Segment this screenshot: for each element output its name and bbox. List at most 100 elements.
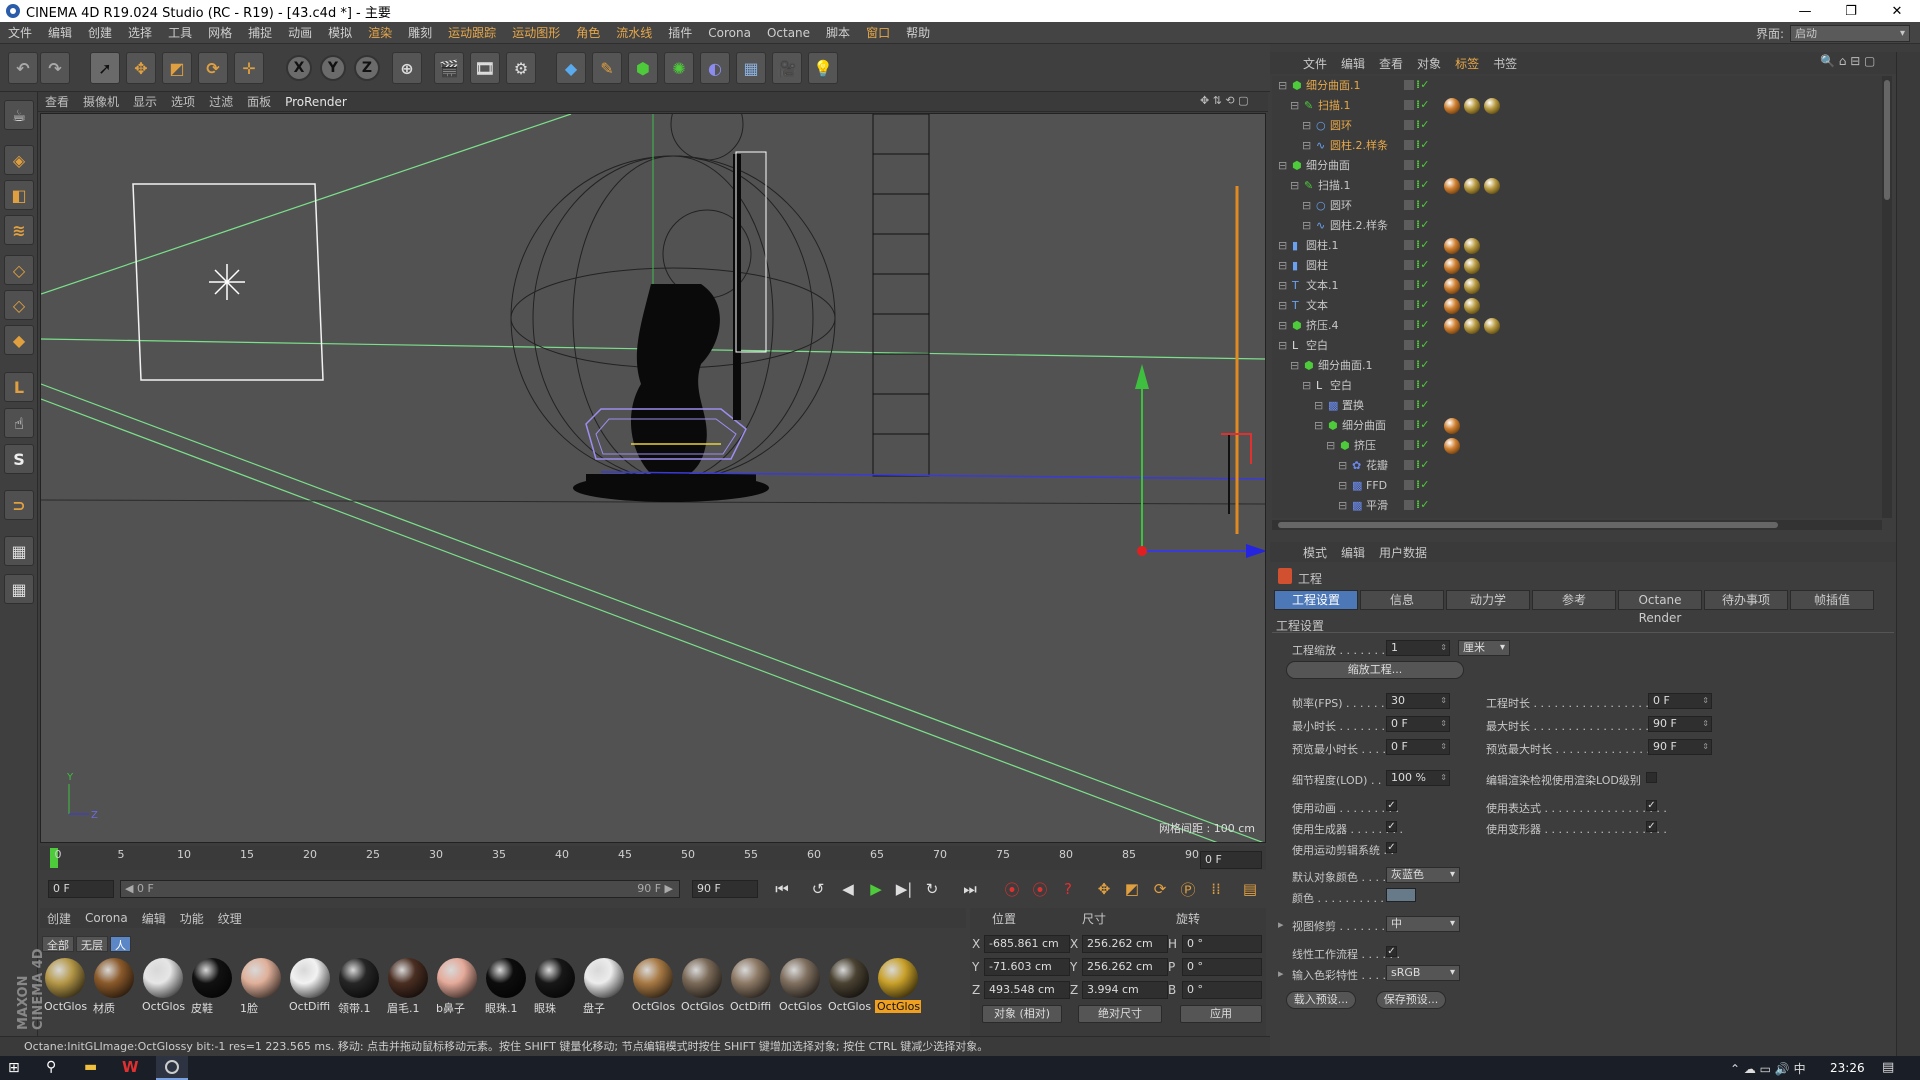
render-to-picture-viewer-icon[interactable]: 🎞 bbox=[470, 52, 500, 84]
object-name[interactable]: 扫描.1 bbox=[1318, 176, 1351, 196]
tab-reference[interactable]: 参考 bbox=[1532, 590, 1616, 610]
object-name[interactable]: 挤压.4 bbox=[1306, 316, 1339, 336]
render-lod-checkbox[interactable] bbox=[1646, 772, 1657, 783]
rotate-tool-icon[interactable]: ⟳ bbox=[198, 52, 228, 84]
system-tray-icons[interactable]: ⌃ ☁ ▭ 🔊 中 bbox=[1730, 1060, 1806, 1077]
material-swatch[interactable]: 材质 bbox=[91, 956, 137, 1018]
tab-project-settings[interactable]: 工程设置 bbox=[1274, 590, 1358, 610]
tab-octane-render[interactable]: Octane Render bbox=[1618, 590, 1702, 625]
render-view-icon[interactable]: 🎬 bbox=[434, 52, 464, 84]
scale-tool-icon[interactable]: ◩ bbox=[162, 52, 192, 84]
default-color-dropdown[interactable]: 灰蓝色 bbox=[1386, 867, 1460, 883]
material-swatch[interactable]: OctDiffi bbox=[728, 956, 774, 1018]
object-visibility-toggles[interactable]: ⁞✓ bbox=[1404, 499, 1434, 512]
project-scale-unit-dropdown[interactable]: 厘米 bbox=[1458, 640, 1510, 656]
light-icon[interactable]: 💡 bbox=[808, 52, 838, 84]
menu-animate[interactable]: 动画 bbox=[280, 24, 320, 41]
project-scale-field[interactable]: 1 bbox=[1386, 640, 1450, 656]
object-visibility-toggles[interactable]: ⁞✓ bbox=[1404, 99, 1434, 112]
material-tag-icon[interactable] bbox=[1464, 178, 1480, 194]
material-tag-icon[interactable] bbox=[1484, 98, 1500, 114]
menu-plugins[interactable]: 插件 bbox=[660, 24, 700, 41]
object-name[interactable]: 圆柱.2.样条 bbox=[1330, 136, 1388, 156]
object-name[interactable]: 细分曲面 bbox=[1306, 156, 1350, 176]
material-tab-person[interactable]: 人 bbox=[110, 936, 131, 952]
record-keys-icon[interactable]: ⦿ bbox=[1000, 877, 1024, 901]
project-time-field[interactable]: 0 F bbox=[1648, 693, 1712, 709]
menu-tools[interactable]: 工具 bbox=[160, 24, 200, 41]
object-menu-edit[interactable]: 编辑 bbox=[1334, 55, 1372, 72]
object-row[interactable]: ⊟ L 空白 ⁞✓ bbox=[1272, 376, 1882, 396]
expand-toggle-icon[interactable]: ⊟ bbox=[1326, 436, 1335, 456]
viewport-menu-panel[interactable]: 面板 bbox=[240, 93, 278, 110]
material-tag-icon[interactable] bbox=[1444, 438, 1460, 454]
object-visibility-toggles[interactable]: ⁞✓ bbox=[1404, 319, 1434, 332]
material-tag-icon[interactable] bbox=[1484, 318, 1500, 334]
material-tag-icon[interactable] bbox=[1464, 258, 1480, 274]
object-visibility-toggles[interactable]: ⁞✓ bbox=[1404, 419, 1434, 432]
x-axis-lock-button[interactable]: X bbox=[286, 55, 312, 81]
menu-simulate[interactable]: 模拟 bbox=[320, 24, 360, 41]
view-clip-dropdown[interactable]: 中 bbox=[1386, 916, 1460, 932]
polygons-mode-icon[interactable]: ◆ bbox=[4, 325, 34, 355]
material-swatch[interactable]: OctGlos bbox=[826, 956, 872, 1018]
material-menu-corona[interactable]: Corona bbox=[78, 911, 135, 925]
object-name[interactable]: 细分曲面.1 bbox=[1318, 356, 1373, 376]
expand-toggle-icon[interactable]: ⊟ bbox=[1278, 256, 1287, 276]
coords-position-field[interactable]: 493.548 cm bbox=[984, 981, 1070, 999]
object-row[interactable]: ⊟ ⬢ 细分曲面 ⁞✓ bbox=[1272, 156, 1882, 176]
menu-motion-tracking[interactable]: 运动跟踪 bbox=[440, 24, 504, 41]
menu-help[interactable]: 帮助 bbox=[898, 24, 938, 41]
material-tag-icon[interactable] bbox=[1444, 238, 1460, 254]
object-menu-file[interactable]: 文件 bbox=[1296, 55, 1334, 72]
object-row[interactable]: ⊟ ⬢ 细分曲面 ⁞✓ bbox=[1272, 416, 1882, 436]
menu-mograph[interactable]: 运动图形 bbox=[504, 24, 568, 41]
object-visibility-toggles[interactable]: ⁞✓ bbox=[1404, 219, 1434, 232]
expand-toggle-icon[interactable]: ⊟ bbox=[1338, 476, 1347, 496]
render-settings-icon[interactable]: ⚙ bbox=[506, 52, 536, 84]
object-name[interactable]: 花瓣 bbox=[1366, 456, 1388, 476]
object-manager-nav-icons[interactable]: 🔍 ⌂ ⊟ ▢ bbox=[1820, 54, 1875, 68]
expand-toggle-icon[interactable]: ⊟ bbox=[1302, 136, 1311, 156]
preview-max-field[interactable]: 90 F bbox=[1648, 739, 1712, 755]
object-name[interactable]: 细分曲面.1 bbox=[1306, 76, 1361, 96]
material-swatch[interactable]: 眉毛.1 bbox=[385, 956, 431, 1018]
material-tag-icon[interactable] bbox=[1444, 178, 1460, 194]
start-frame-field[interactable]: 0 F bbox=[48, 880, 114, 898]
key-position-icon[interactable]: ✥ bbox=[1092, 877, 1116, 901]
maximize-button[interactable]: ❐ bbox=[1828, 0, 1874, 22]
points-mode-icon[interactable]: ◇ bbox=[4, 255, 34, 285]
expand-toggle-icon[interactable]: ⊟ bbox=[1302, 196, 1311, 216]
object-row[interactable]: ⊟ ✿ 花瓣 ⁞✓ bbox=[1272, 456, 1882, 476]
material-menu-edit[interactable]: 编辑 bbox=[135, 910, 173, 927]
select-tool-icon[interactable]: ➚ bbox=[90, 52, 120, 84]
save-preset-button[interactable]: 保存预设... bbox=[1376, 991, 1446, 1009]
object-row[interactable]: ⊟ T 文本 ⁞✓ bbox=[1272, 296, 1882, 316]
undo-icon[interactable]: ↶ bbox=[8, 52, 38, 84]
use-animation-checkbox[interactable]: ✓ bbox=[1386, 800, 1397, 811]
object-visibility-toggles[interactable]: ⁞✓ bbox=[1404, 279, 1434, 292]
object-visibility-toggles[interactable]: ⁞✓ bbox=[1404, 379, 1434, 392]
go-to-start-icon[interactable]: ⏮ bbox=[770, 877, 794, 901]
use-expressions-checkbox[interactable]: ✓ bbox=[1646, 800, 1657, 811]
material-swatch[interactable]: 眼珠.1 bbox=[483, 956, 529, 1018]
expand-toggle-icon[interactable]: ⊟ bbox=[1314, 416, 1323, 436]
object-row[interactable]: ⊟ ○ 圆环 ⁞✓ bbox=[1272, 116, 1882, 136]
material-tab-no-layer[interactable]: 无层 bbox=[76, 936, 108, 952]
key-rotation-icon[interactable]: ⟳ bbox=[1148, 877, 1172, 901]
fps-field[interactable]: 30 bbox=[1386, 693, 1450, 709]
object-name[interactable]: 扫描.1 bbox=[1318, 96, 1351, 116]
lod-field[interactable]: 100 % bbox=[1386, 770, 1450, 786]
object-row[interactable]: ⊟ ▩ 平滑 ⁞✓ bbox=[1272, 496, 1882, 516]
material-swatch[interactable]: OctGlos bbox=[875, 956, 921, 1018]
object-row[interactable]: ⊟ ▮ 圆柱 ⁞✓ bbox=[1272, 256, 1882, 276]
material-swatch[interactable]: OctGlos bbox=[140, 956, 186, 1018]
object-visibility-toggles[interactable]: ⁞✓ bbox=[1404, 399, 1434, 412]
material-tag-icon[interactable] bbox=[1444, 258, 1460, 274]
snap-icon[interactable]: S bbox=[4, 444, 34, 474]
use-motion-system-checkbox[interactable]: ✓ bbox=[1386, 842, 1397, 853]
object-name[interactable]: 置换 bbox=[1342, 396, 1364, 416]
axis-mode-icon[interactable]: L bbox=[4, 372, 34, 402]
tab-dynamics[interactable]: 动力学 bbox=[1446, 590, 1530, 610]
coords-size-mode-dropdown[interactable]: 绝对尺寸 bbox=[1078, 1005, 1162, 1023]
